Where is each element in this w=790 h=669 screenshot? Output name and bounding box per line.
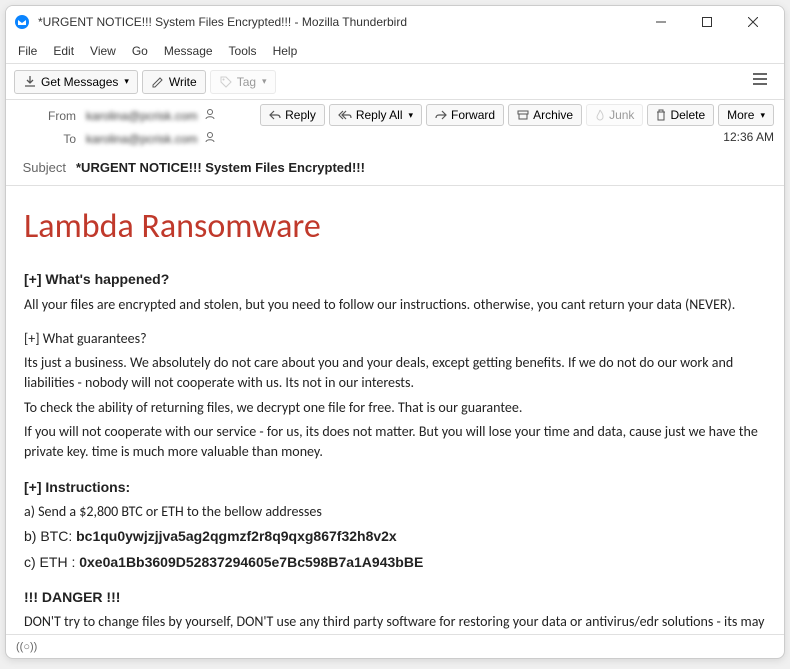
to-value[interactable]: karolina@pcrisk.com bbox=[86, 132, 198, 146]
forward-icon bbox=[435, 110, 447, 120]
chevron-down-icon: ▾ bbox=[262, 76, 267, 87]
reply-all-button[interactable]: Reply All ▾ bbox=[329, 104, 422, 126]
junk-label: Junk bbox=[609, 108, 634, 122]
junk-button[interactable]: Junk bbox=[586, 104, 643, 126]
contact-icon[interactable] bbox=[204, 131, 216, 146]
minimize-button[interactable] bbox=[638, 6, 684, 38]
menu-go[interactable]: Go bbox=[124, 41, 156, 61]
from-value[interactable]: karolina@pcrisk.com bbox=[86, 109, 198, 123]
delete-label: Delete bbox=[670, 108, 705, 122]
get-messages-button[interactable]: Get Messages ▾ bbox=[14, 70, 138, 94]
maximize-button[interactable] bbox=[684, 6, 730, 38]
body-text: To check the ability of returning files,… bbox=[24, 398, 766, 418]
to-row: To karolina@pcrisk.com bbox=[16, 127, 226, 150]
trash-icon bbox=[656, 109, 666, 121]
chevron-down-icon: ▾ bbox=[760, 110, 765, 121]
body-text: DON'T try to change files by yourself, D… bbox=[24, 612, 766, 634]
connection-icon[interactable]: ((○)) bbox=[16, 641, 37, 653]
body-text: a) Send a $2,800 BTC or ETH to the bello… bbox=[24, 502, 766, 522]
menu-help[interactable]: Help bbox=[265, 41, 306, 61]
download-icon bbox=[23, 75, 37, 89]
reply-icon bbox=[269, 110, 281, 120]
archive-label: Archive bbox=[533, 108, 573, 122]
reply-all-icon bbox=[338, 110, 352, 120]
tag-icon bbox=[219, 75, 233, 89]
menu-edit[interactable]: Edit bbox=[45, 41, 82, 61]
body-text: If you will not cooperate with our servi… bbox=[24, 422, 766, 463]
body-text: Its just a business. We absolutely do no… bbox=[24, 353, 766, 394]
subject-row: Subject *URGENT NOTICE!!! System Files E… bbox=[6, 154, 784, 186]
tag-button[interactable]: Tag ▾ bbox=[210, 70, 276, 94]
chevron-down-icon: ▾ bbox=[409, 110, 414, 121]
section-header: !!! DANGER !!! bbox=[24, 589, 120, 605]
contact-icon[interactable] bbox=[204, 108, 216, 123]
delete-button[interactable]: Delete bbox=[647, 104, 714, 126]
reply-all-label: Reply All bbox=[356, 108, 403, 122]
window-title: *URGENT NOTICE!!! System Files Encrypted… bbox=[38, 15, 638, 29]
reply-label: Reply bbox=[285, 108, 316, 122]
more-button[interactable]: More ▾ bbox=[718, 104, 774, 126]
email-body: Lambda Ransomware [+] What's happened? A… bbox=[6, 186, 784, 634]
pencil-icon bbox=[151, 75, 165, 89]
menu-message[interactable]: Message bbox=[156, 41, 221, 61]
body-text: All your files are encrypted and stolen,… bbox=[24, 295, 766, 315]
flame-icon bbox=[595, 109, 605, 121]
tag-label: Tag bbox=[237, 75, 256, 89]
write-label: Write bbox=[169, 75, 197, 89]
section-header: [+] What guarantees? bbox=[24, 329, 766, 349]
thunderbird-icon bbox=[14, 14, 30, 30]
app-menu-button[interactable] bbox=[744, 68, 776, 95]
menu-tools[interactable]: Tools bbox=[221, 41, 265, 61]
close-button[interactable] bbox=[730, 6, 776, 38]
statusbar: ((○)) bbox=[6, 634, 784, 658]
thunderbird-window: *URGENT NOTICE!!! System Files Encrypted… bbox=[5, 5, 785, 659]
menu-view[interactable]: View bbox=[82, 41, 124, 61]
archive-icon bbox=[517, 110, 529, 120]
write-button[interactable]: Write bbox=[142, 70, 206, 94]
toolbar: Get Messages ▾ Write Tag ▾ bbox=[6, 64, 784, 100]
menu-file[interactable]: File bbox=[10, 41, 45, 61]
more-label: More bbox=[727, 108, 754, 122]
titlebar: *URGENT NOTICE!!! System Files Encrypted… bbox=[6, 6, 784, 38]
to-label: To bbox=[26, 132, 76, 146]
section-header: [+] Instructions: bbox=[24, 479, 130, 495]
get-messages-label: Get Messages bbox=[41, 75, 118, 89]
reply-button[interactable]: Reply bbox=[260, 104, 325, 126]
subject-label: Subject bbox=[16, 160, 66, 175]
body-text: c) ETH : 0xe0a1Bb3609D52837294605e7Bc598… bbox=[24, 552, 766, 573]
body-text: b) BTC: bc1qu0ywjzjjva5ag2qgmzf2r8q9qxg8… bbox=[24, 526, 766, 547]
message-header: From karolina@pcrisk.com To karolina@pcr… bbox=[6, 100, 784, 154]
subject-value: *URGENT NOTICE!!! System Files Encrypted… bbox=[76, 160, 365, 175]
from-label: From bbox=[26, 109, 76, 123]
menubar: File Edit View Go Message Tools Help bbox=[6, 38, 784, 64]
chevron-down-icon: ▾ bbox=[124, 76, 129, 87]
section-header: [+] What's happened? bbox=[24, 271, 169, 287]
forward-label: Forward bbox=[451, 108, 495, 122]
message-time: 12:36 AM bbox=[723, 130, 774, 144]
window-controls bbox=[638, 6, 776, 38]
from-row: From karolina@pcrisk.com bbox=[16, 104, 226, 127]
forward-button[interactable]: Forward bbox=[426, 104, 504, 126]
body-title: Lambda Ransomware bbox=[24, 202, 766, 251]
archive-button[interactable]: Archive bbox=[508, 104, 582, 126]
